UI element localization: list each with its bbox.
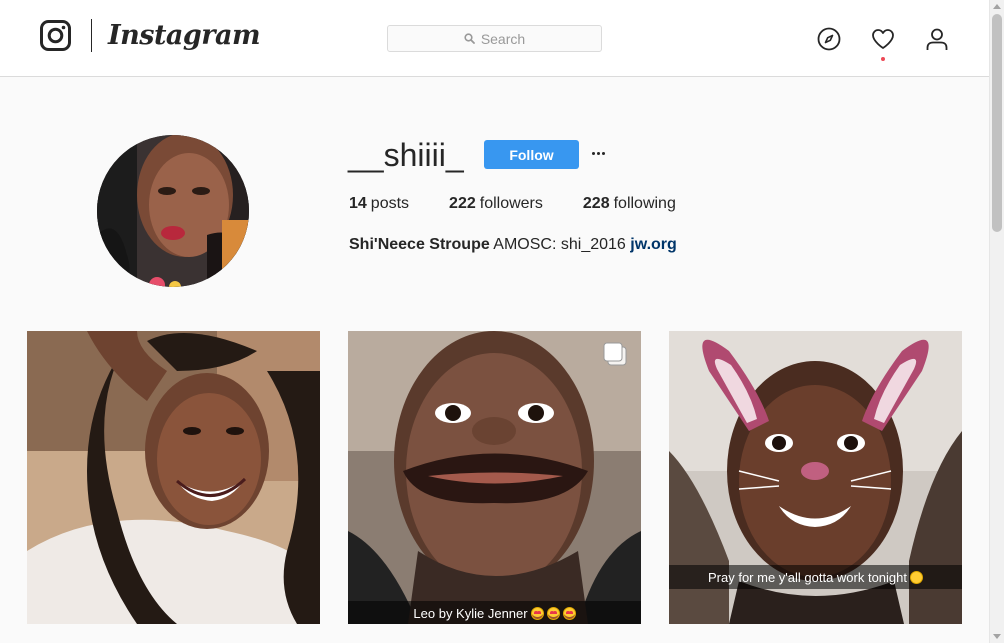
heart-eyes-emoji-icon (562, 606, 576, 620)
scroll-down-arrow-icon[interactable] (993, 634, 1001, 639)
post-caption-overlay: Leo by Kylie Jenner (348, 601, 641, 624)
scroll-up-arrow-icon[interactable] (993, 4, 1001, 9)
stat-followers[interactable]: 222 followers (449, 194, 543, 214)
post-thumbnail[interactable]: Pray for me y'all gotta work tonight (669, 331, 962, 624)
instagram-wordmark-logo[interactable]: Instagram (108, 19, 261, 53)
bio-text: AMOSC: shi_2016 (493, 236, 626, 253)
following-label: following (613, 195, 676, 212)
logo-divider (91, 19, 92, 52)
posts-label: posts (370, 195, 410, 212)
page-scrollbar[interactable] (989, 0, 1004, 643)
top-navigation-bar: Instagram Search (0, 0, 989, 77)
stat-posts: 14 posts (349, 194, 409, 214)
profile-person-icon[interactable] (925, 27, 949, 51)
post-thumbnail[interactable] (27, 331, 320, 624)
profile-stats: 14 posts 222 followers 228 following (349, 194, 716, 214)
profile-avatar[interactable] (97, 135, 249, 287)
activity-heart-icon[interactable] (871, 27, 895, 51)
post-caption-text: Pray for me y'all gotta work tonight (707, 569, 907, 585)
followers-count: 222 (449, 195, 476, 212)
post-thumbnail[interactable]: Leo by Kylie Jenner (348, 331, 641, 624)
more-options-icon[interactable] (590, 143, 606, 163)
following-count: 228 (582, 195, 610, 212)
grimace-emoji-icon (910, 570, 923, 584)
notification-dot (881, 57, 885, 61)
profile-bio: Shi'Neece Stroupe AMOSC: shi_2016 jw.org (349, 236, 677, 254)
search-placeholder: Search (480, 30, 526, 47)
followers-label: followers (479, 195, 543, 212)
post-caption-text: Leo by Kylie Jenner (413, 605, 528, 621)
scroll-thumb[interactable] (992, 14, 1002, 232)
multiple-photos-icon (603, 342, 627, 366)
heart-eyes-emoji-icon (546, 606, 560, 620)
profile-username: __shiiii_ (348, 137, 464, 173)
instagram-camera-icon[interactable] (40, 20, 71, 51)
posts-count: 14 (349, 195, 367, 212)
bio-link[interactable]: jw.org (630, 236, 677, 253)
search-icon (464, 33, 475, 44)
search-input[interactable]: Search (387, 25, 602, 52)
post-caption-overlay: Pray for me y'all gotta work tonight (669, 565, 962, 589)
follow-button[interactable]: Follow (484, 140, 579, 169)
stat-following[interactable]: 228 following (583, 194, 676, 214)
explore-compass-icon[interactable] (817, 27, 841, 51)
profile-full-name: Shi'Neece Stroupe (349, 236, 490, 253)
heart-eyes-emoji-icon (530, 606, 544, 620)
